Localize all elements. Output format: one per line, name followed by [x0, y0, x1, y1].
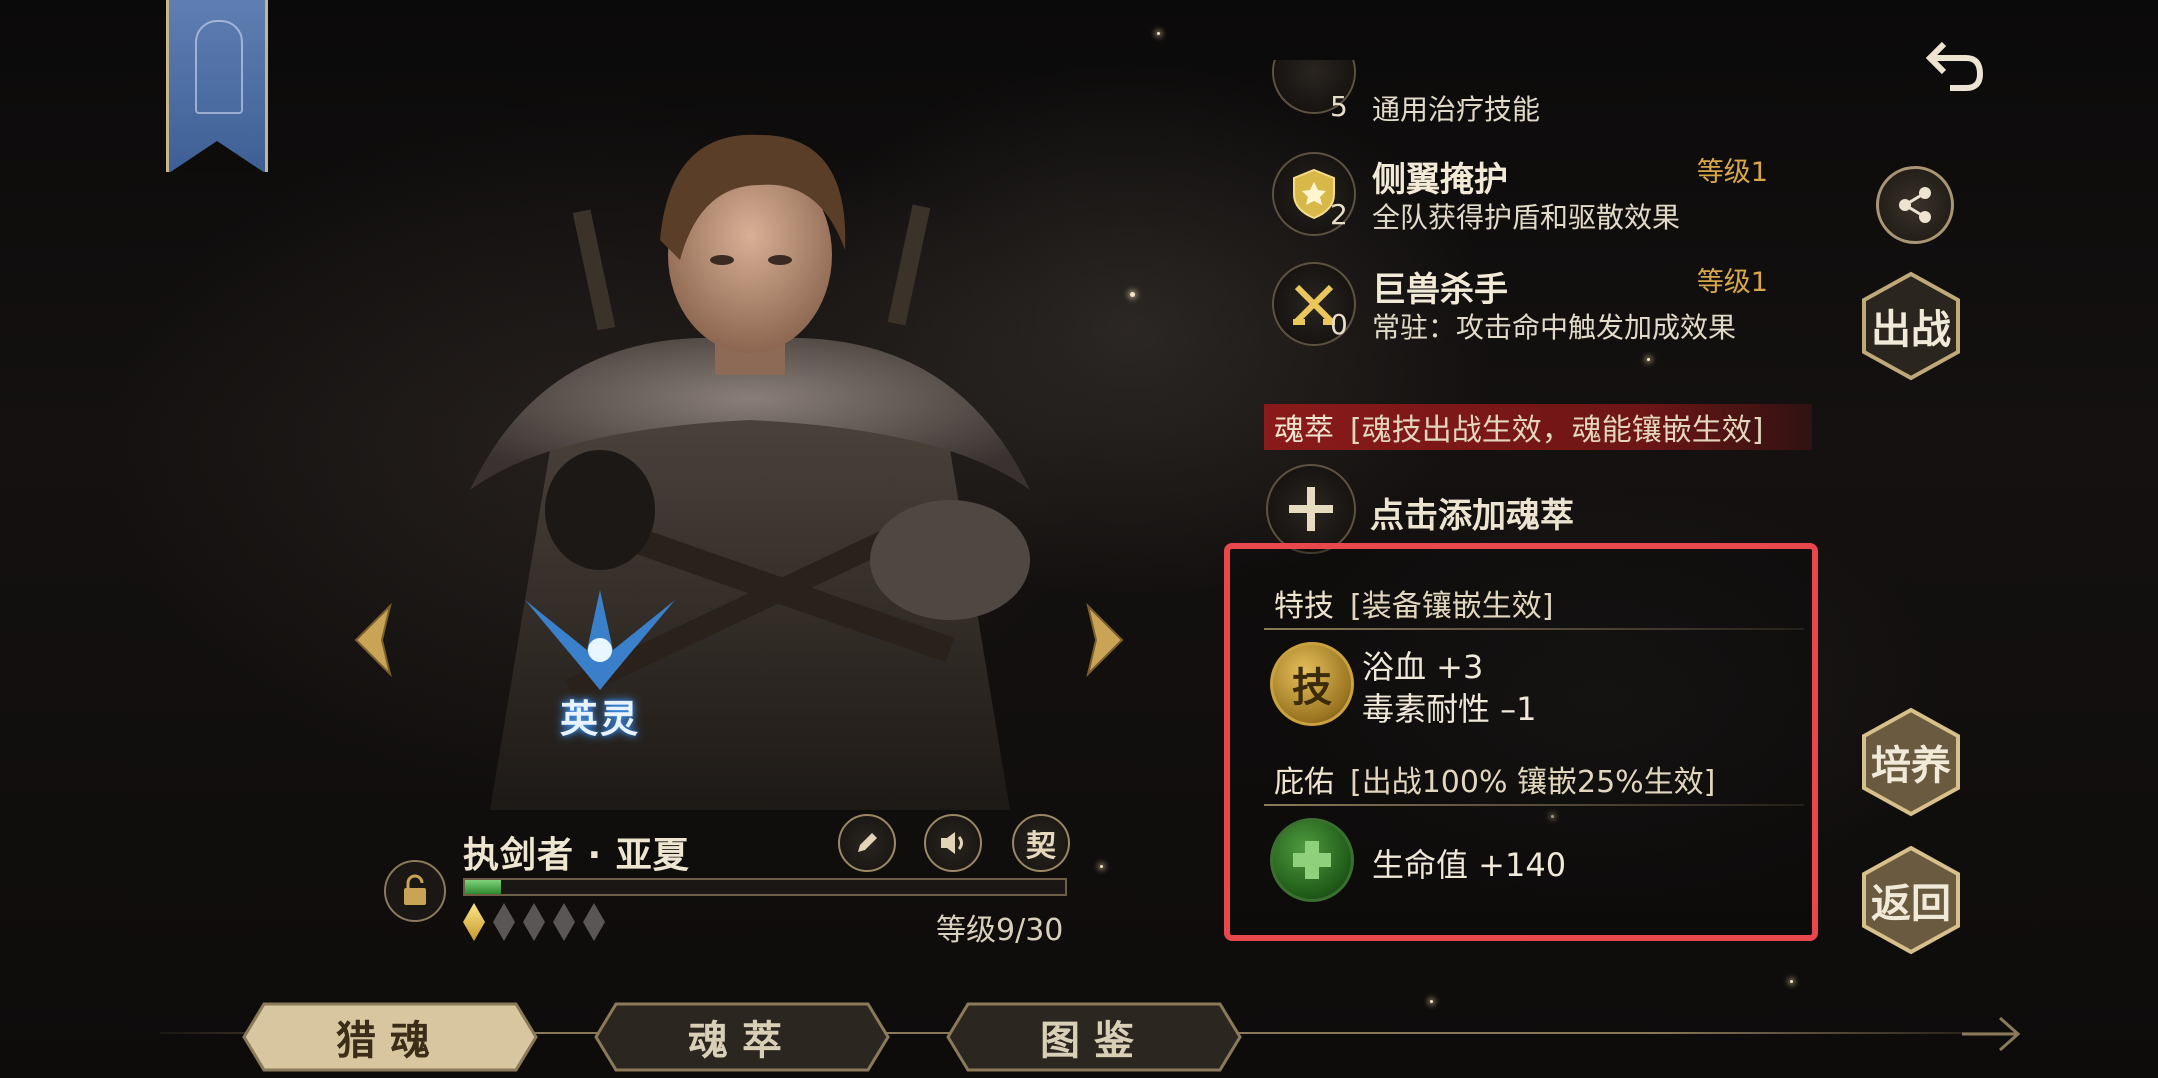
- green-cross-icon: [1293, 841, 1331, 879]
- return-arrow-icon: [1925, 41, 1984, 91]
- share-button[interactable]: [1876, 166, 1954, 244]
- lock-icon: [404, 874, 426, 905]
- undo-back-button[interactable]: [1920, 36, 1990, 96]
- star-diamond: [523, 903, 545, 941]
- section-divider: [1264, 804, 1804, 806]
- return-label: 返回: [1871, 881, 1951, 927]
- voice-button[interactable]: [924, 814, 982, 872]
- tab-soul-hunt[interactable]: 猎魂: [240, 1000, 540, 1074]
- deploy-label: 出战: [1871, 307, 1951, 353]
- blessing-header: 庇佑 [出战100% 镶嵌25%生效]: [1264, 756, 1812, 802]
- deploy-button[interactable]: 出战: [1860, 270, 1962, 382]
- skill-count: 0: [1330, 308, 1348, 341]
- train-label: 培养: [1871, 743, 1951, 789]
- skill-description: 全队获得护盾和驱散效果: [1372, 201, 1681, 234]
- return-button[interactable]: 返回: [1860, 844, 1962, 956]
- special-stat-line: 浴血 +3: [1362, 648, 1484, 686]
- skill-description: 通用治疗技能: [1372, 93, 1541, 126]
- train-button[interactable]: 培养: [1860, 706, 1962, 818]
- blessing-note: [出战100% 镶嵌25%生效]: [1350, 765, 1716, 800]
- special-skill-note: [装备镶嵌生效]: [1350, 589, 1554, 624]
- guild-banner[interactable]: [166, 0, 268, 173]
- blessing-stat-line: 生命值 +140: [1372, 846, 1567, 884]
- star-rating: [463, 903, 605, 941]
- skill-description: 常驻：攻击命中触发加成效果: [1372, 311, 1737, 344]
- experience-fill: [465, 880, 501, 894]
- star-diamond: [463, 903, 485, 941]
- background-star: [1157, 32, 1160, 35]
- soul-essence-title: 魂萃: [1274, 413, 1334, 448]
- special-skill-gem[interactable]: 技: [1270, 642, 1354, 726]
- speaker-icon: [941, 832, 963, 854]
- background-star: [1647, 358, 1650, 361]
- skill-count: 5: [1330, 90, 1348, 123]
- star-diamond: [493, 903, 515, 941]
- character-name: 执剑者 · 亚夏: [463, 835, 690, 876]
- share-icon: [1899, 187, 1931, 223]
- special-stat-line: 毒素耐性 –1: [1362, 690, 1537, 728]
- class-badge: 英灵: [505, 580, 695, 741]
- tab-label: 猎魂: [336, 1018, 444, 1064]
- tab-label: 魂萃: [688, 1018, 796, 1064]
- bottom-right-ornament-icon: [1962, 1016, 2020, 1052]
- add-soul-essence-button[interactable]: 点击添加魂萃: [1266, 464, 1786, 554]
- background-star: [1130, 292, 1135, 297]
- background-star: [1430, 1000, 1433, 1003]
- add-soul-essence-label: 点击添加魂萃: [1370, 496, 1574, 536]
- blessing-title: 庇佑: [1274, 765, 1334, 800]
- star-diamond: [583, 903, 605, 941]
- previous-character-arrow[interactable]: [348, 600, 398, 680]
- skill-row[interactable]: 0 巨兽杀手 等级1 常驻：攻击命中触发加成效果: [1268, 258, 1768, 348]
- soul-essence-header: 魂萃 [魂技出战生效，魂能镶嵌生效]: [1264, 404, 1812, 450]
- special-skill-header: 特技 [装备镶嵌生效]: [1264, 580, 1812, 626]
- soul-essence-note: [魂技出战生效，魂能镶嵌生效]: [1350, 413, 1764, 448]
- tab-soul-essence[interactable]: 魂萃: [592, 1000, 892, 1074]
- star-diamond: [553, 903, 575, 941]
- skill-name: 巨兽杀手: [1372, 270, 1508, 310]
- special-skill-title: 特技: [1274, 589, 1334, 624]
- next-character-arrow[interactable]: [1080, 600, 1130, 680]
- skill-count: 2: [1330, 198, 1348, 231]
- skill-name: 侧翼掩护: [1372, 160, 1508, 200]
- skill-level: 等级1: [1696, 267, 1768, 298]
- level-text: 等级9/30: [936, 913, 1064, 948]
- section-divider: [1264, 628, 1804, 630]
- contract-button[interactable]: 契: [1012, 814, 1070, 872]
- tab-label: 图鉴: [1040, 1018, 1148, 1064]
- pencil-icon: [858, 833, 877, 852]
- class-badge-label: 英灵: [559, 697, 640, 741]
- experience-bar: [463, 878, 1067, 896]
- skill-level: 等级1: [1696, 157, 1768, 188]
- background-star: [1100, 865, 1103, 868]
- edit-button[interactable]: [838, 814, 896, 872]
- blessing-gem[interactable]: [1270, 818, 1354, 902]
- skill-row[interactable]: 2 侧翼掩护 等级1 全队获得护盾和驱散效果: [1268, 148, 1768, 238]
- plus-icon: [1266, 464, 1356, 554]
- skill-row[interactable]: 5 通用治疗技能: [1268, 60, 1768, 130]
- lock-button[interactable]: [384, 860, 446, 922]
- banner-emblem-icon: [195, 20, 243, 114]
- background-star: [1790, 980, 1793, 983]
- tab-collection[interactable]: 图鉴: [944, 1000, 1244, 1074]
